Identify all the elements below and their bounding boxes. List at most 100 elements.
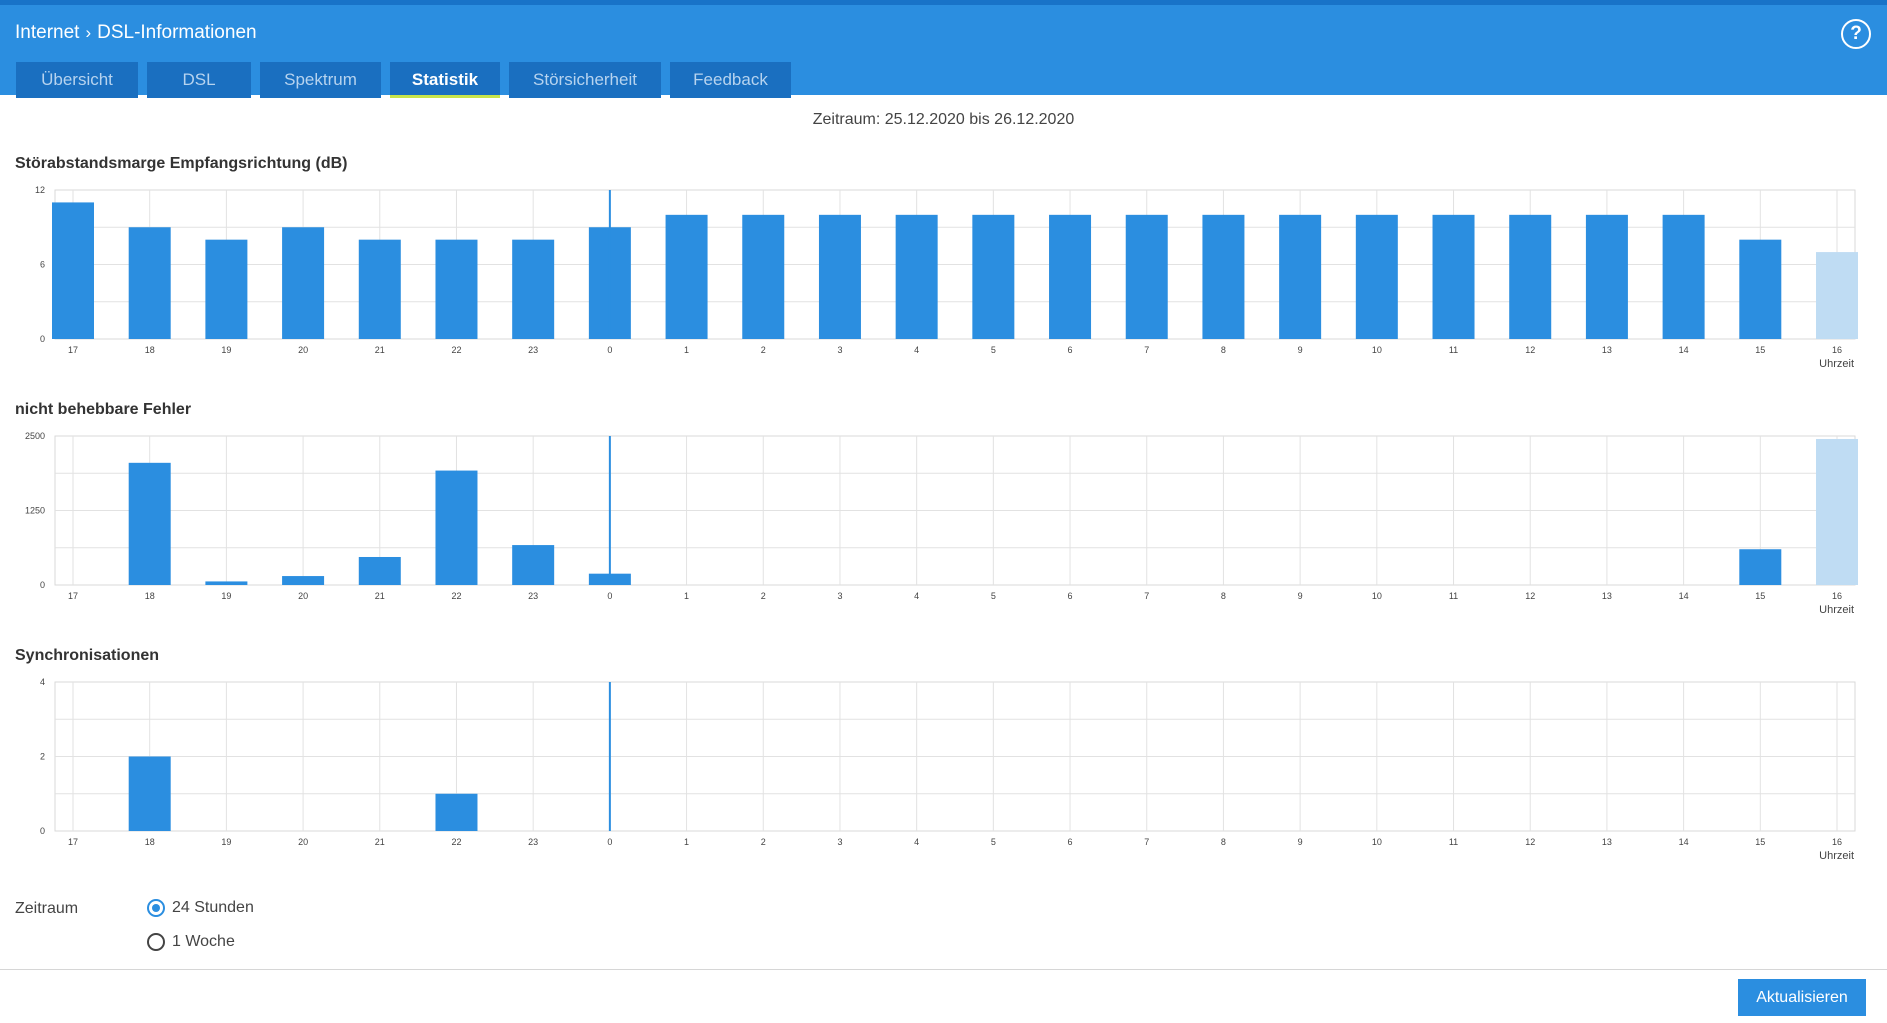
bar-15 [1739,549,1782,585]
x-tick-label: 2 [761,345,766,355]
help-icon[interactable]: ? [1841,19,1871,49]
x-tick-label: 5 [991,837,996,847]
chart-title-snr-margin: Störabstandsmarge Empfangsrichtung (dB) [15,155,348,172]
breadcrumb-internet[interactable]: Internet [15,22,79,44]
bar-3 [818,214,861,339]
x-tick-label: 22 [451,345,461,355]
x-tick-label: 3 [837,345,842,355]
bar-15 [1739,239,1782,339]
x-tick-label: 14 [1679,837,1689,847]
x-tick-label: 6 [1068,345,1073,355]
bar-10 [1355,214,1398,339]
bar-18 [128,756,171,831]
tab-bar: Übersicht DSL Spektrum Statistik Störsic… [16,62,791,98]
bar-20 [282,227,325,339]
x-tick-label: 21 [375,345,385,355]
period-option-1-week[interactable]: 1 Woche [147,933,235,951]
snr-margin-chart: 061217 18 19 20 21 22 23 0 1 2 3 4 5 6 7 8 9 10 11 12 13 14 15… [35,185,1858,370]
bar-19 [205,581,248,585]
bar-20 [282,576,325,585]
tab-statistik[interactable]: Statistik [390,62,500,98]
x-tick-label: 14 [1679,345,1689,355]
x-tick-label: 12 [1525,345,1535,355]
tab-stoersicherheit[interactable]: Störsicherheit [509,62,661,98]
breadcrumb-current-page: DSL-Informationen [97,22,257,43]
synchronizations-chart: 02417 18 19 20 21 22 23 0 1 2 3 4 5 6 7 8 9 10 11 12 13 14 15 1… [40,677,1856,862]
bar-17 [52,202,94,339]
x-tick-label: 13 [1602,837,1612,847]
tab-feedback[interactable]: Feedback [670,62,791,98]
y-tick-label: 2 [40,752,45,762]
x-tick-label: 5 [991,591,996,601]
bar-18 [128,462,171,585]
x-tick-label: 7 [1144,591,1149,601]
x-tick-label: 21 [375,591,385,601]
x-axis-label: Uhrzeit [1819,358,1854,370]
x-tick-label: 11 [1449,591,1458,601]
x-tick-label: 11 [1449,837,1458,847]
x-tick-label: 19 [221,345,231,355]
x-tick-label: 16 [1832,837,1842,847]
x-tick-label: 5 [991,345,996,355]
x-tick-label: 2 [761,837,766,847]
tab-spektrum[interactable]: Spektrum [260,62,381,98]
x-tick-label: 6 [1068,837,1073,847]
y-tick-label: 6 [40,260,45,270]
bar-2 [742,214,785,339]
bar-16 [1816,438,1858,585]
x-tick-label: 15 [1755,345,1765,355]
tab-dsl[interactable]: DSL [147,62,251,98]
tab-uebersicht[interactable]: Übersicht [16,62,138,98]
x-tick-label: 4 [914,837,919,847]
chart-title-uncorrectable-errors: nicht behebbare Fehler [15,401,192,418]
bar-8 [1202,214,1245,339]
x-tick-label: 8 [1221,837,1226,847]
footer-divider [0,969,1887,970]
x-tick-label: 18 [145,345,155,355]
radio-24h-label: 24 Stunden [172,899,254,916]
bar-7 [1125,214,1168,339]
bar-23 [512,239,555,339]
chevron-right-icon: › [85,23,92,42]
x-tick-label: 19 [221,837,231,847]
radio-1-week[interactable] [147,933,165,951]
x-tick-label: 19 [221,591,231,601]
x-tick-label: 0 [607,345,612,355]
y-tick-label: 4 [40,677,45,687]
bar-9 [1279,214,1322,339]
y-tick-label: 2500 [25,431,45,441]
x-tick-label: 22 [451,837,461,847]
refresh-button[interactable]: Aktualisieren [1738,979,1866,1016]
x-tick-label: 18 [145,837,155,847]
x-tick-label: 3 [837,837,842,847]
radio-24h[interactable] [147,899,165,917]
x-tick-label: 11 [1449,345,1458,355]
bar-22 [435,470,478,585]
x-tick-label: 20 [298,837,308,847]
x-tick-label: 1 [684,837,689,847]
period-option-24h[interactable]: 24 Stunden [147,899,254,917]
x-tick-label: 0 [607,837,612,847]
x-tick-label: 17 [68,591,78,601]
x-tick-label: 0 [607,591,612,601]
x-tick-label: 21 [375,837,385,847]
x-tick-label: 10 [1372,345,1382,355]
header-bar: Internet › DSL-Informationen ? Übersicht… [0,0,1887,98]
bar-6 [1049,214,1092,339]
x-axis-label: Uhrzeit [1819,850,1854,862]
bar-5 [972,214,1015,339]
y-tick-label: 12 [35,185,45,195]
x-tick-label: 20 [298,345,308,355]
x-tick-label: 3 [837,591,842,601]
x-tick-label: 7 [1144,837,1149,847]
uncorrectable-errors-chart: 01250250017 18 19 20 21 22 23 0 1 2 3 4 5 6 7 8 9 10 11 12 1… [25,431,1858,616]
bar-13 [1585,214,1628,339]
x-tick-label: 23 [528,591,538,601]
period-selector-label: Zeitraum [15,900,79,917]
x-tick-label: 13 [1602,591,1612,601]
bar-18 [128,227,171,339]
period-title: Zeitraum: 25.12.2020 bis 26.12.2020 [812,111,1075,128]
x-tick-label: 10 [1372,591,1382,601]
bar-23 [512,545,555,585]
x-tick-label: 18 [145,591,155,601]
